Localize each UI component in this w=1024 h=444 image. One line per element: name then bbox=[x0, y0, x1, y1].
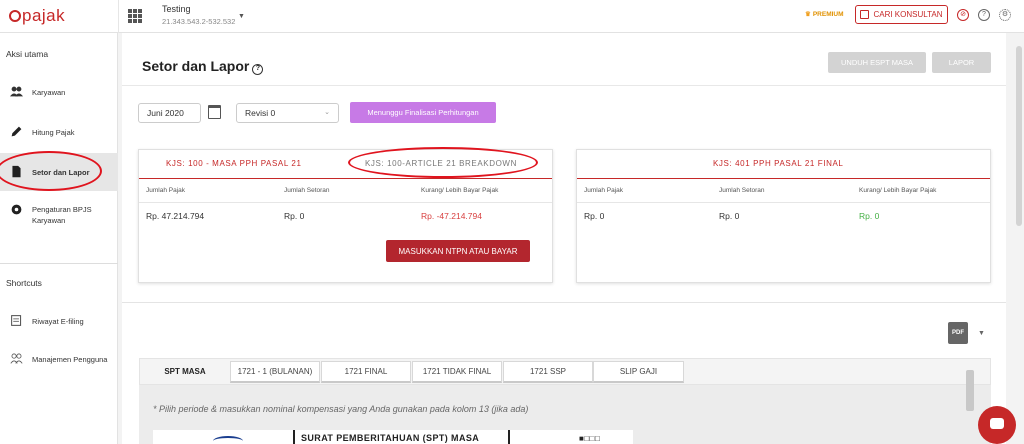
column-header: Kurang/ Lebih Bayar Pajak bbox=[859, 187, 937, 194]
document-preview: * Pilih periode & masukkan nominal kompe… bbox=[139, 385, 991, 444]
tab-spt-masa[interactable]: SPT MASA bbox=[140, 361, 230, 383]
chevron-down-icon[interactable]: ▼ bbox=[238, 13, 245, 20]
help-icon[interactable]: ? bbox=[978, 9, 990, 21]
settings-icon[interactable]: ⚙ bbox=[999, 9, 1011, 21]
tab-1721-1-bulanan[interactable]: 1721 - 1 (BULANAN) bbox=[230, 361, 320, 383]
column-header: Jumlah Pajak bbox=[584, 187, 624, 194]
divider bbox=[139, 202, 552, 203]
tab-1721-ssp[interactable]: 1721 SSP bbox=[503, 361, 593, 383]
sidebar-item-riwayat-efiling[interactable]: Riwayat E-filing bbox=[0, 311, 118, 331]
sidebar-item-label: Riwayat E-filing bbox=[32, 317, 84, 326]
premium-badge: ♛ PREMIUM bbox=[805, 11, 844, 18]
lapor-button[interactable]: LAPOR bbox=[932, 52, 991, 73]
document-scrollbar[interactable] bbox=[966, 370, 974, 411]
divider bbox=[508, 430, 510, 444]
sidebar-item-label: Hitung Pajak bbox=[32, 128, 75, 137]
apps-grid-icon[interactable] bbox=[128, 9, 142, 23]
tab-kjs-401-final[interactable]: KJS: 401 PPH PASAL 21 FINAL bbox=[713, 159, 843, 168]
document-icon bbox=[12, 165, 21, 178]
users-icon bbox=[10, 353, 23, 364]
spt-document: SURAT PEMBERITAHUAN (SPT) MASA ■□□□ bbox=[153, 430, 633, 444]
main-content: Setor dan Lapor? UNDUH ESPT MASA LAPOR J… bbox=[122, 33, 1006, 444]
divider bbox=[122, 302, 1006, 303]
spt-tabs: SPT MASA 1721 - 1 (BULANAN) 1721 FINAL 1… bbox=[139, 358, 991, 385]
sidebar-item-manajemen-pengguna[interactable]: Manajemen Pengguna bbox=[0, 349, 118, 369]
company-name: Testing bbox=[162, 4, 191, 14]
unduh-espt-masa-button[interactable]: UNDUH ESPT MASA bbox=[828, 52, 926, 73]
company-switcher[interactable]: Testing 21.343.543.2-532.532 bbox=[162, 4, 235, 26]
company-npwp: 21.343.543.2-532.532 bbox=[162, 17, 236, 26]
jumlah-setoran-value: Rp. 0 bbox=[284, 211, 305, 221]
jumlah-pajak-value: Rp. 0 bbox=[584, 211, 605, 221]
sidebar-item-karyawan[interactable]: Karyawan bbox=[0, 82, 118, 102]
divider bbox=[293, 430, 295, 444]
cari-konsultan-button[interactable]: CARI KONSULTAN bbox=[855, 5, 948, 24]
sidebar-item-pengaturan-bpjs[interactable]: Pengaturan BPJS Karyawan bbox=[0, 201, 118, 235]
divider bbox=[0, 263, 118, 264]
panel-tabs: KJS: 100 - MASA PPH PASAL 21 KJS: 100-AR… bbox=[139, 150, 552, 179]
masukkan-ntpn-button[interactable]: MASUKKAN NTPN ATAU BAYAR bbox=[386, 240, 530, 262]
top-bar: pajak Testing 21.343.543.2-532.532 ▼ ♛ PR… bbox=[0, 0, 1024, 33]
column-header: Kurang/ Lebih Bayar Pajak bbox=[421, 187, 499, 194]
crown-icon: ♛ bbox=[805, 11, 811, 18]
sidebar: Aksi utama Karyawan Hitung Pajak Setor d… bbox=[0, 33, 118, 444]
sidebar-item-hitung-pajak[interactable]: Hitung Pajak bbox=[0, 122, 118, 142]
calendar-icon[interactable] bbox=[208, 105, 221, 119]
status-button[interactable]: Menunggu Finalisasi Perhitungan bbox=[350, 102, 496, 123]
column-header: Jumlah Setoran bbox=[719, 187, 765, 194]
kjs-401-panel: KJS: 401 PPH PASAL 21 FINAL Jumlah Pajak… bbox=[576, 149, 991, 283]
calendar-icon bbox=[860, 10, 870, 19]
help-icon[interactable]: ? bbox=[252, 64, 264, 75]
kurang-lebih-value: Rp. 0 bbox=[859, 211, 880, 221]
revision-select[interactable]: Revisi 0 ⌄ bbox=[236, 103, 339, 123]
divider bbox=[122, 85, 1006, 86]
chat-icon[interactable] bbox=[978, 406, 1016, 444]
period-field[interactable]: Juni 2020 bbox=[138, 103, 201, 123]
column-header: Jumlah Setoran bbox=[284, 187, 330, 194]
kurang-lebih-value: Rp. -47.214.794 bbox=[421, 211, 482, 221]
tab-1721-final[interactable]: 1721 FINAL bbox=[321, 361, 411, 383]
panel-tabs: KJS: 401 PPH PASAL 21 FINAL bbox=[577, 150, 990, 179]
people-icon bbox=[10, 86, 23, 97]
sidebar-item-label: Setor dan Lapor bbox=[32, 168, 90, 177]
history-icon bbox=[11, 315, 22, 326]
page-scrollbar-thumb[interactable] bbox=[1016, 46, 1022, 226]
sidebar-heading-aksi-utama: Aksi utama bbox=[6, 49, 49, 59]
tab-slip-gaji[interactable]: SLIP GAJI bbox=[593, 361, 684, 383]
tab-kjs-100-masa[interactable]: KJS: 100 - MASA PPH PASAL 21 bbox=[166, 159, 302, 168]
divider bbox=[577, 202, 990, 203]
jumlah-pajak-value: Rp. 47.214.794 bbox=[146, 211, 205, 221]
kjs-100-panel: KJS: 100 - MASA PPH PASAL 21 KJS: 100-AR… bbox=[138, 147, 553, 283]
instruction-note: * Pilih periode & masukkan nominal kompe… bbox=[153, 404, 529, 414]
tab-1721-tidak-final[interactable]: 1721 TIDAK FINAL bbox=[412, 361, 502, 383]
notification-icon[interactable]: ⊘ bbox=[957, 9, 969, 21]
sidebar-item-label: Pengaturan BPJS Karyawan bbox=[32, 205, 92, 225]
document-boxes: ■□□□ bbox=[579, 434, 601, 443]
column-header: Jumlah Pajak bbox=[146, 187, 186, 194]
sidebar-heading-shortcuts: Shortcuts bbox=[6, 278, 42, 288]
pdf-icon[interactable]: PDF bbox=[948, 322, 968, 344]
divider bbox=[118, 0, 119, 33]
emblem-icon bbox=[213, 436, 243, 444]
tab-kjs-100-breakdown[interactable]: KJS: 100-ARTICLE 21 BREAKDOWN bbox=[365, 159, 517, 168]
jumlah-setoran-value: Rp. 0 bbox=[719, 211, 740, 221]
page-title: Setor dan Lapor? bbox=[142, 58, 264, 75]
chevron-down-icon[interactable]: ▼ bbox=[978, 330, 985, 337]
pajak-logo[interactable]: pajak bbox=[9, 6, 65, 26]
gear-icon bbox=[11, 204, 22, 215]
document-title: SURAT PEMBERITAHUAN (SPT) MASA bbox=[301, 433, 480, 443]
sidebar-item-label: Karyawan bbox=[32, 88, 66, 97]
sidebar-item-setor-dan-lapor[interactable]: Setor dan Lapor bbox=[0, 153, 118, 191]
sidebar-item-label: Manajemen Pengguna bbox=[32, 355, 108, 364]
pencil-icon bbox=[11, 126, 22, 137]
chevron-down-icon: ⌄ bbox=[324, 109, 330, 116]
